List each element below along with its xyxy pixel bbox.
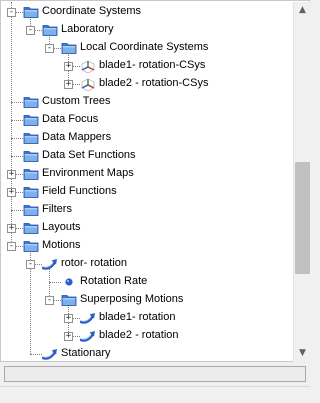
rotation-motion-icon (79, 329, 96, 343)
tree-node-label: blade2 - rotation-CSys (99, 77, 209, 89)
tree-node[interactable]: - rotor- rotation (2, 255, 292, 273)
rotation-motion-icon (79, 311, 96, 325)
tree-node[interactable]: + Field Functions (2, 183, 292, 201)
folder-icon (23, 185, 39, 199)
tree-node-label: Superposing Motions (80, 293, 184, 305)
tree-connector-line (11, 120, 23, 121)
expand-toggle-icon[interactable]: + (64, 80, 73, 89)
tree-node-label: Coordinate Systems (42, 5, 142, 17)
tree-node[interactable]: + blade1- rotation (2, 309, 292, 327)
tree-node[interactable]: Custom Trees (2, 93, 292, 111)
folder-icon (23, 113, 39, 127)
tree-connector-line (11, 102, 23, 103)
folder-icon (23, 95, 39, 109)
tree-node-label: Local Coordinate Systems (80, 41, 209, 53)
folder-icon (23, 221, 39, 235)
tree-node[interactable]: Filters (2, 201, 292, 219)
tree-connector-line (11, 138, 23, 139)
tree-connector-line (49, 282, 61, 283)
tree-node[interactable]: Stationary (2, 345, 292, 362)
coordinate-axes-icon (80, 77, 96, 92)
folder-open-icon (61, 293, 77, 307)
folder-open-icon (61, 41, 77, 55)
tree-connector-line (11, 210, 23, 211)
folder-icon (23, 131, 39, 145)
bullet-icon (61, 275, 77, 289)
expand-toggle-icon[interactable]: + (64, 314, 73, 323)
scroll-thumb[interactable] (295, 162, 310, 274)
tree-node-label: Data Set Functions (42, 149, 136, 161)
folder-open-icon (23, 239, 39, 253)
collapse-toggle-icon[interactable]: - (7, 8, 16, 17)
tree-node-label: blade1- rotation (99, 311, 176, 323)
rotation-motion-icon (41, 347, 58, 361)
tree-node[interactable]: Data Focus (2, 111, 292, 129)
tree-node-label: Motions (42, 239, 81, 251)
tree-node[interactable]: - Laboratory (2, 21, 292, 39)
tree-view[interactable]: - Coordinate Systems - Laboratory - Local Coo… (2, 2, 292, 362)
collapse-toggle-icon[interactable]: - (26, 260, 35, 269)
tree-node-label: rotor- rotation (61, 257, 128, 269)
tree-node-label: Custom Trees (42, 95, 111, 107)
expand-toggle-icon[interactable]: + (64, 62, 73, 71)
tree-node[interactable]: Rotation Rate (2, 273, 292, 291)
expand-toggle-icon[interactable]: + (64, 332, 73, 341)
tree-node-label: Laboratory (61, 23, 114, 35)
tree-node-label: Layouts (42, 221, 81, 233)
scroll-up-arrow-icon[interactable]: ▲ (294, 2, 311, 19)
tree-panel: - Coordinate Systems - Laboratory - Local Coo… (0, 0, 310, 362)
bottom-strip (0, 386, 310, 403)
collapse-toggle-icon[interactable]: - (7, 242, 16, 251)
collapse-toggle-icon[interactable]: - (26, 26, 35, 35)
tree-node-label: blade2 - rotation (99, 329, 179, 341)
expand-toggle-icon[interactable]: + (7, 188, 16, 197)
tree-node-label: Field Functions (42, 185, 117, 197)
expand-toggle-icon[interactable]: + (7, 224, 16, 233)
folder-open-icon (42, 23, 58, 37)
tree-node-label: Data Focus (42, 113, 99, 125)
tree-node-label: Environment Maps (42, 167, 134, 179)
rotation-motion-icon (41, 257, 58, 271)
tree-node-label: Filters (42, 203, 72, 215)
collapse-toggle-icon[interactable]: - (45, 296, 54, 305)
tree-node[interactable]: + blade2 - rotation (2, 327, 292, 345)
folder-icon (23, 149, 39, 163)
tree-node-label: Rotation Rate (80, 275, 148, 287)
collapse-toggle-icon[interactable]: - (45, 44, 54, 53)
tree-node[interactable]: Data Mappers (2, 129, 292, 147)
tree-node[interactable]: - Local Coordinate Systems (2, 39, 292, 57)
folder-open-icon (23, 5, 39, 19)
tree-node[interactable]: - Motions (2, 237, 292, 255)
expand-toggle-icon[interactable]: + (7, 170, 16, 179)
coordinate-axes-icon (80, 59, 96, 74)
tree-node-label: Stationary (61, 347, 111, 359)
tree-node[interactable]: - Coordinate Systems (2, 3, 292, 21)
tree-connector-line (11, 156, 23, 157)
tree-node[interactable]: + Environment Maps (2, 165, 292, 183)
vertical-scrollbar[interactable]: ▲ ▼ (293, 2, 310, 362)
tree-connector-line (30, 354, 42, 355)
tree-node[interactable]: + blade2 - rotation-CSys (2, 75, 292, 93)
tree-node-label: blade1- rotation-CSys (99, 59, 206, 71)
tree-node[interactable]: + blade1- rotation-CSys (2, 57, 292, 75)
scroll-down-arrow-icon[interactable]: ▼ (294, 345, 311, 362)
folder-icon (23, 167, 39, 181)
folder-icon (23, 203, 39, 217)
tree-node[interactable]: + Layouts (2, 219, 292, 237)
status-bar (4, 366, 306, 382)
tree-node-label: Data Mappers (42, 131, 112, 143)
tree-node[interactable]: Data Set Functions (2, 147, 292, 165)
tree-node[interactable]: - Superposing Motions (2, 291, 292, 309)
